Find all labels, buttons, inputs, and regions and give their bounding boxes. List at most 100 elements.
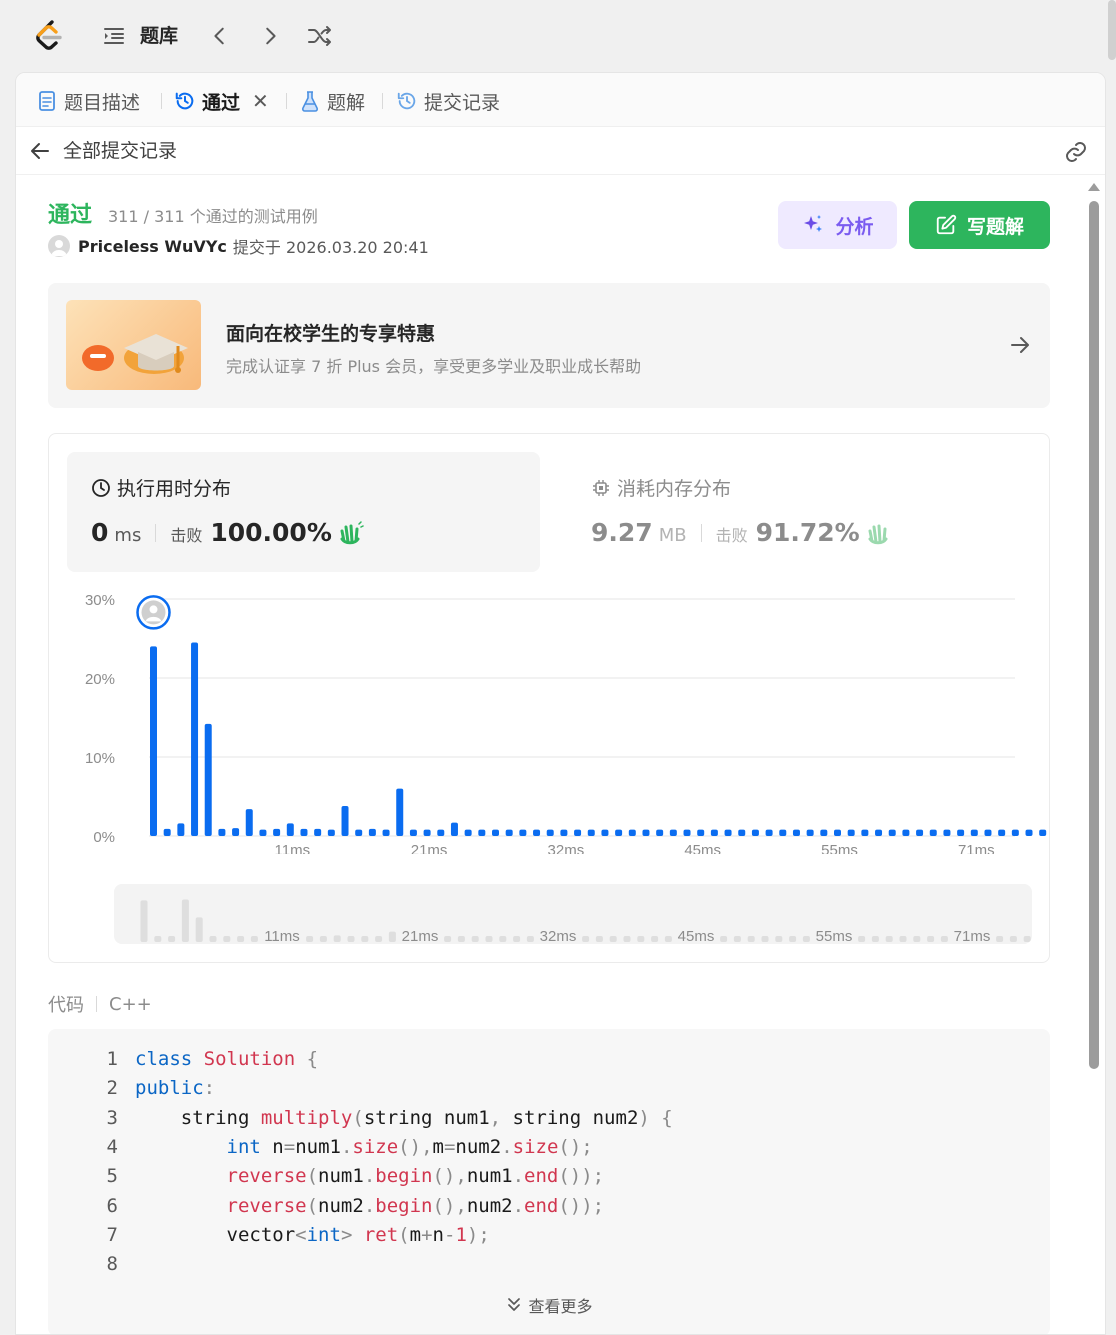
runtime-bar[interactable] xyxy=(409,829,417,836)
author-name[interactable]: Priceless WuVYc xyxy=(78,237,227,256)
scroll-up-arrow-icon[interactable] xyxy=(1088,183,1100,191)
problem-bank-title[interactable]: 题库 xyxy=(140,22,178,50)
runtime-bar[interactable] xyxy=(1039,829,1047,836)
runtime-chart[interactable]: 0% 10% 20% 30% 11ms 21ms 32ms 45ms 55ms 71ms xyxy=(49,584,1051,859)
runtime-bar[interactable] xyxy=(314,828,322,836)
runtime-bar[interactable] xyxy=(341,805,349,836)
runtime-bar[interactable] xyxy=(232,828,240,836)
show-more-button[interactable]: 查看更多 xyxy=(48,1293,1050,1317)
runtime-bar[interactable] xyxy=(998,829,1006,836)
runtime-bar[interactable] xyxy=(984,829,992,836)
runtime-bar[interactable] xyxy=(751,829,759,836)
runtime-bar[interactable] xyxy=(902,829,910,836)
runtime-bar[interactable] xyxy=(519,829,527,836)
share-link-icon[interactable] xyxy=(1063,139,1089,165)
runtime-bar[interactable] xyxy=(861,829,869,836)
scrollbar-thumb[interactable] xyxy=(1089,201,1099,1069)
runtime-bar[interactable] xyxy=(382,829,390,836)
runtime-bar[interactable] xyxy=(765,829,773,836)
runtime-bar[interactable] xyxy=(191,642,199,836)
runtime-bar[interactable] xyxy=(533,829,541,836)
runtime-bar[interactable] xyxy=(943,829,951,836)
runtime-bar[interactable] xyxy=(970,829,978,836)
mini-bar xyxy=(223,936,231,942)
runtime-bar[interactable] xyxy=(505,829,513,836)
runtime-bar[interactable] xyxy=(916,829,924,836)
runtime-bar[interactable] xyxy=(847,829,855,836)
leetcode-logo-icon[interactable] xyxy=(30,18,66,54)
runtime-bar[interactable] xyxy=(957,829,965,836)
runtime-bar[interactable] xyxy=(163,828,171,836)
runtime-bar[interactable] xyxy=(464,829,472,836)
tab-solutions[interactable]: 题解 xyxy=(299,87,365,115)
prev-problem-icon[interactable] xyxy=(206,22,234,50)
runtime-bar[interactable] xyxy=(478,829,486,836)
mini-x-tick-label: 71ms xyxy=(954,928,991,944)
runtime-bar[interactable] xyxy=(355,829,363,836)
my-submission-marker[interactable] xyxy=(136,595,171,630)
runtime-bar[interactable] xyxy=(834,829,841,836)
tab-submissions[interactable]: 提交记录 xyxy=(396,87,500,115)
runtime-bar[interactable] xyxy=(642,829,650,836)
runtime-bar[interactable] xyxy=(779,829,787,836)
runtime-histogram[interactable]: 0% 10% 20% 30% 11ms 21ms 32ms 45ms 55ms 71ms xyxy=(49,584,1051,859)
all-submissions-link[interactable]: 全部提交记录 xyxy=(63,139,177,163)
code-block[interactable]: 1 class Solution {2 public: 3 string multip… xyxy=(48,1029,1050,1334)
analyze-button[interactable]: 分析 xyxy=(778,201,897,249)
runtime-bar[interactable] xyxy=(1025,829,1033,836)
runtime-bar[interactable] xyxy=(628,829,636,836)
runtime-bar[interactable] xyxy=(710,829,718,836)
next-problem-icon[interactable] xyxy=(256,22,284,50)
runtime-bar[interactable] xyxy=(820,829,828,836)
tab-description[interactable]: 题目描述 xyxy=(36,87,140,115)
runtime-bar[interactable] xyxy=(615,829,623,836)
back-arrow-icon[interactable] xyxy=(28,139,52,163)
runtime-bar[interactable] xyxy=(724,829,732,836)
runtime-bar[interactable] xyxy=(656,829,664,836)
runtime-bar[interactable] xyxy=(450,822,458,836)
problem-list-icon[interactable] xyxy=(100,22,128,50)
runtime-bar[interactable] xyxy=(423,829,431,836)
runtime-bar[interactable] xyxy=(286,823,294,836)
runtime-card[interactable]: 执行用时分布 0 ms 击败 100.00% xyxy=(67,452,540,572)
runtime-bar[interactable] xyxy=(437,829,445,836)
runtime-bar[interactable] xyxy=(806,829,814,836)
window-scrollbar[interactable] xyxy=(1108,0,1116,60)
runtime-bar[interactable] xyxy=(792,829,800,836)
runtime-bar[interactable] xyxy=(669,829,677,836)
tab-accepted[interactable]: 通过 ✕ xyxy=(174,87,269,115)
runtime-bar[interactable] xyxy=(929,829,937,836)
runtime-bar[interactable] xyxy=(683,829,691,836)
runtime-bar[interactable] xyxy=(300,828,308,836)
shuffle-icon[interactable] xyxy=(306,22,334,50)
close-tab-icon[interactable]: ✕ xyxy=(252,89,269,113)
runtime-bar[interactable] xyxy=(587,829,595,836)
runtime-bar[interactable] xyxy=(259,829,267,836)
runtime-bar[interactable] xyxy=(1011,829,1019,836)
runtime-bar[interactable] xyxy=(601,829,609,836)
runtime-bar[interactable] xyxy=(492,829,499,836)
runtime-bar[interactable] xyxy=(218,828,226,836)
runtime-bar[interactable] xyxy=(368,828,376,836)
runtime-bar[interactable] xyxy=(245,809,253,836)
panel-scrollbar[interactable] xyxy=(1087,183,1100,1183)
runtime-bar[interactable] xyxy=(273,828,281,836)
chart-range-navigator[interactable]: 11ms 21ms 32ms 45ms 55ms 71ms xyxy=(114,884,1032,944)
runtime-bar[interactable] xyxy=(574,829,582,836)
avatar[interactable] xyxy=(48,235,70,257)
runtime-bar[interactable] xyxy=(560,829,568,836)
runtime-bar[interactable] xyxy=(697,829,705,836)
runtime-bar[interactable] xyxy=(327,829,335,836)
runtime-bar[interactable] xyxy=(875,829,883,836)
runtime-bar[interactable] xyxy=(150,646,157,836)
mini-histogram[interactable]: 11ms 21ms 32ms 45ms 55ms 71ms xyxy=(114,884,1032,944)
runtime-bar[interactable] xyxy=(204,723,212,836)
write-solution-button[interactable]: 写题解 xyxy=(909,201,1050,249)
runtime-bar[interactable] xyxy=(738,829,746,836)
runtime-bar[interactable] xyxy=(546,829,554,836)
runtime-bar[interactable] xyxy=(888,829,896,836)
runtime-bar[interactable] xyxy=(177,823,185,836)
memory-card[interactable]: 消耗内存分布 9.27 MB 击败 91.72% xyxy=(567,452,1027,572)
student-promo-banner[interactable]: 面向在校学生的专享特惠 完成认证享 7 折 Plus 会员，享受更多学业及职业成… xyxy=(48,283,1050,408)
runtime-bar[interactable] xyxy=(396,788,404,836)
